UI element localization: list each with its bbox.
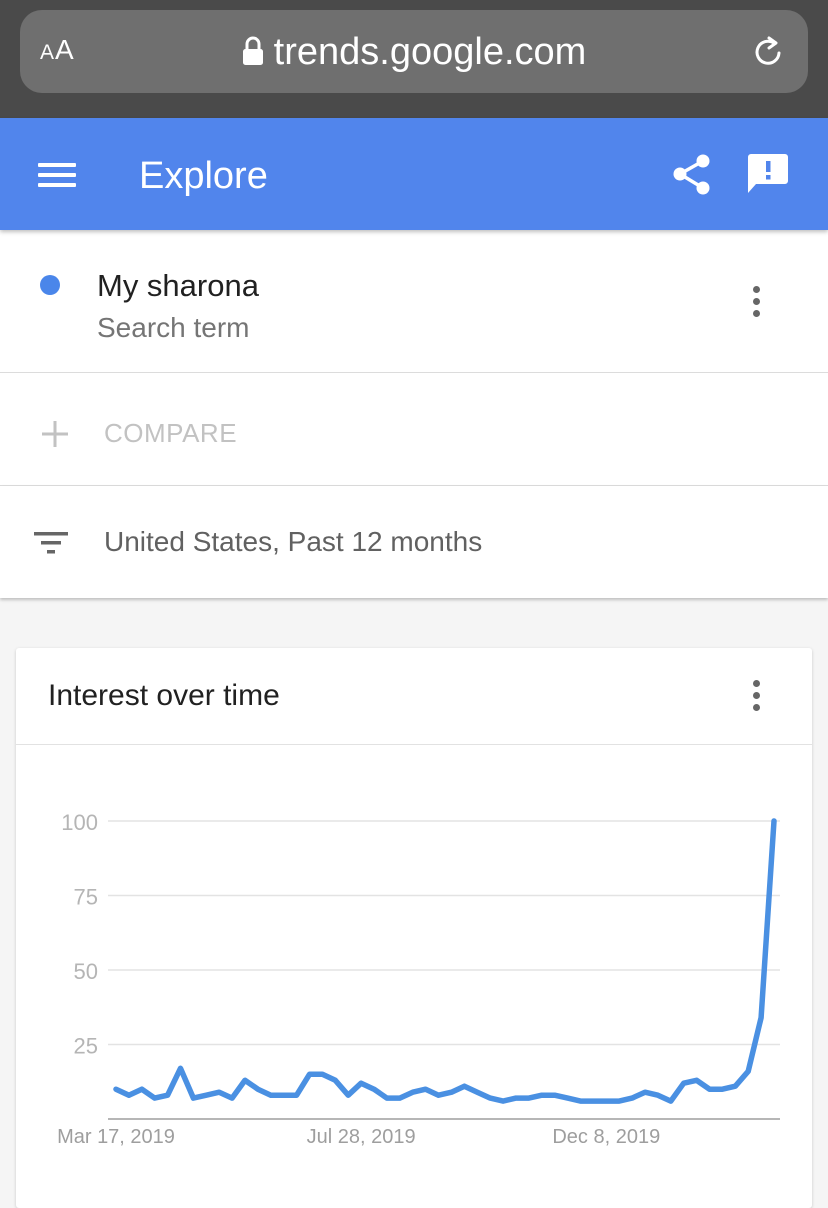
lock-icon <box>242 33 264 63</box>
term-more-icon[interactable] <box>751 286 761 322</box>
filter-row[interactable]: United States, Past 12 months <box>0 486 828 598</box>
filter-label: United States, Past 12 months <box>104 526 482 558</box>
y-tick-label: 50 <box>74 959 98 984</box>
feedback-icon[interactable] <box>746 153 790 197</box>
x-tick-label: Dec 8, 2019 <box>552 1126 660 1148</box>
term-color-dot <box>40 275 60 295</box>
plus-icon <box>40 419 70 449</box>
term-type: Search term <box>97 312 250 344</box>
share-icon[interactable] <box>670 153 714 197</box>
compare-row[interactable]: COMPARE <box>0 373 828 486</box>
interest-chart: 100 75 50 25 Mar 17, 2019 Jul 28, 2019 Dec 8, … <box>16 648 812 1184</box>
menu-icon[interactable] <box>38 163 76 187</box>
compare-button[interactable]: COMPARE <box>104 418 237 449</box>
filter-icon <box>34 528 70 558</box>
x-tick-label: Mar 17, 2019 <box>57 1126 175 1148</box>
term-name: My sharona <box>97 268 259 304</box>
y-tick-label: 75 <box>74 885 98 910</box>
x-tick-label: Jul 28, 2019 <box>307 1126 416 1148</box>
page-title: Explore <box>139 155 268 198</box>
y-tick-label: 100 <box>61 810 98 835</box>
series-line <box>116 821 774 1101</box>
y-tick-label: 25 <box>74 1034 98 1059</box>
reload-icon[interactable] <box>752 35 786 69</box>
url-text: trends.google.com <box>274 31 587 73</box>
browser-toolbar: AA trends.google.com <box>0 0 828 118</box>
search-term-card[interactable]: My sharona Search term <box>0 230 828 373</box>
interest-over-time-card: Interest over time 100755025Mar 17, 2019… <box>16 648 812 1208</box>
address-bar[interactable]: AA trends.google.com <box>20 10 808 93</box>
